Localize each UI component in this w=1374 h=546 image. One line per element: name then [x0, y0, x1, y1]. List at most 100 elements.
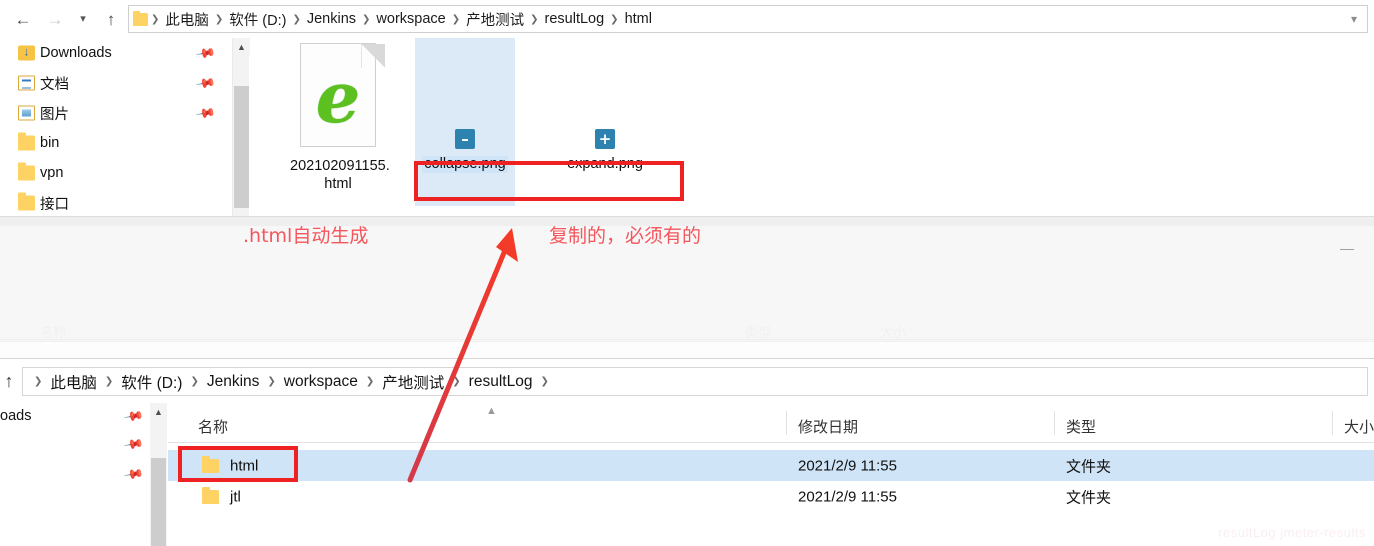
minimize-icon[interactable]: — [1334, 239, 1360, 257]
column-header-size[interactable]: 大小 [1344, 416, 1374, 437]
breadcrumb[interactable]: ❯ 此电脑 ❯ 软件 (D:) ❯ Jenkins ❯ workspace ❯ … [128, 5, 1368, 33]
breadcrumb-chevron-icon: ❯ [540, 376, 549, 387]
sidebar-item-bin[interactable]: bin [0, 128, 232, 158]
faded-text: 类型 [745, 325, 772, 340]
pin-icon[interactable]: 📌 [195, 42, 217, 64]
file-list-pane-bottom[interactable]: 名称 ▲ 修改日期 类型 大小 html 2021/2/9 11:55 文件夹 … [168, 403, 1374, 546]
sidebar-item-partial[interactable]: 📌 [0, 429, 150, 459]
sidebar-item-label: 文档 [40, 76, 69, 93]
back-icon[interactable]: ← [8, 5, 38, 33]
breadcrumb-chevron-icon: ❯ [365, 376, 375, 387]
breadcrumb-item-0[interactable]: 此电脑 [160, 9, 214, 30]
recent-locations-chevron-down-icon[interactable]: ▾ [72, 5, 94, 33]
sidebar-item-interface[interactable]: 接口 [0, 188, 232, 216]
breadcrumb[interactable]: ❯ 此电脑 ❯ 软件 (D:) ❯ Jenkins ❯ workspace ❯ … [22, 367, 1368, 396]
breadcrumb-item-3[interactable]: workspace [277, 373, 365, 391]
sidebar-item-pictures[interactable]: 图片 📌 [0, 98, 232, 128]
file-tile-expand-png[interactable]: + expand.png [555, 43, 655, 173]
up-icon[interactable]: ↑ [0, 366, 22, 396]
pin-icon[interactable]: 📌 [123, 433, 145, 455]
sidebar-item-label: vpn [40, 165, 64, 181]
breadcrumb-chevron-icon: ❯ [214, 13, 224, 25]
column-header-row: 名称 ▲ 修改日期 类型 大小 [168, 403, 1374, 443]
breadcrumb-chevron-icon: ❯ [451, 13, 461, 25]
navigation-pane-top: Downloads 📌 文档 📌 图片 📌 bin vpn 接口 [0, 38, 232, 216]
pin-icon[interactable]: 📌 [123, 405, 145, 427]
breadcrumb-chevron-icon: ❯ [452, 376, 461, 387]
scroll-up-icon[interactable]: ▲ [233, 38, 250, 55]
sort-ascending-icon: ▲ [486, 405, 497, 417]
folder-icon [18, 132, 35, 151]
sidebar-item-vpn[interactable]: vpn [0, 158, 232, 188]
sidebar-item-documents[interactable]: 文档 📌 [0, 68, 232, 98]
documents-folder-icon [18, 75, 35, 91]
address-dropdown-chevron-down-icon[interactable]: ▾ [1341, 6, 1367, 32]
breadcrumb-chevron-icon: ❯ [610, 13, 619, 25]
table-row[interactable]: jtl 2021/2/9 11:55 文件夹 [168, 481, 1374, 512]
breadcrumb-item-2[interactable]: Jenkins [302, 11, 361, 27]
column-divider[interactable] [786, 411, 787, 435]
breadcrumb-chevron-icon: ❯ [151, 13, 160, 25]
internet-explorer-html-file-icon: e [290, 43, 386, 153]
sidebar-item-downloads[interactable]: Downloads 📌 [0, 38, 232, 68]
sidebar-item-label: bin [40, 135, 60, 151]
faded-row [0, 341, 1374, 358]
breadcrumb-chevron-icon: ❯ [104, 376, 114, 387]
breadcrumb-item-2[interactable]: Jenkins [200, 373, 267, 391]
breadcrumb-item-5[interactable]: resultLog [462, 373, 540, 391]
breadcrumb-item-6[interactable]: html [620, 11, 657, 27]
sidebar-item-partial[interactable]: 📌 [0, 459, 150, 489]
explorer-window-top: ← → ▾ ↑ ❯ 此电脑 ❯ 软件 (D:) ❯ Jenkins ❯ work… [0, 0, 1374, 216]
sidebar-item-label: Downloads [40, 45, 112, 61]
scrollbar-thumb[interactable] [151, 458, 166, 546]
annotation-note-right: 复制的，必须有的 [549, 225, 702, 247]
breadcrumb-chevron-icon: ❯ [190, 376, 199, 387]
cell-type: 文件夹 [1066, 489, 1112, 506]
navigation-pane-scrollbar[interactable]: ▲ [232, 38, 250, 216]
column-header-type[interactable]: 类型 [1066, 416, 1096, 437]
pin-icon[interactable]: 📌 [195, 72, 217, 94]
folder-icon [202, 486, 219, 504]
up-icon[interactable]: ↑ [96, 5, 126, 33]
breadcrumb-chevron-icon: ❯ [292, 13, 301, 25]
breadcrumb-item-0[interactable]: 此电脑 [43, 371, 104, 393]
sidebar-item-label: 接口 [40, 196, 69, 213]
file-name-line2: html [324, 176, 352, 192]
breadcrumb-chevron-icon: ❯ [362, 13, 371, 25]
file-tile-collapse-png[interactable]: – collapse.png [415, 43, 515, 173]
column-divider[interactable] [1332, 411, 1333, 435]
breadcrumb-chevron-icon: ❯ [34, 376, 43, 387]
faded-column-header-row: 名称 类型 大小 [0, 320, 1374, 340]
folder-icon [133, 10, 148, 26]
table-row[interactable]: html 2021/2/9 11:55 文件夹 [168, 450, 1374, 481]
pin-icon[interactable]: 📌 [123, 463, 145, 485]
breadcrumb-item-5[interactable]: resultLog [540, 11, 610, 27]
scroll-up-icon[interactable]: ▲ [150, 403, 167, 420]
breadcrumb-item-4[interactable]: 产地测试 [461, 9, 529, 30]
column-header-modified[interactable]: 修改日期 [798, 416, 858, 437]
breadcrumb-item-1[interactable]: 软件 (D:) [114, 371, 189, 393]
column-header-name[interactable]: 名称 [198, 416, 228, 437]
column-divider[interactable] [1054, 411, 1055, 435]
sidebar-item-label: 图片 [40, 106, 69, 123]
scrollbar-thumb[interactable] [234, 86, 249, 208]
navigation-buttons: ← → ▾ ↑ [0, 5, 126, 33]
annotation-note-left: .html自动生成 [243, 225, 369, 247]
annotation-highlight-box-html-folder [178, 446, 298, 482]
pin-icon[interactable]: 📌 [195, 102, 217, 124]
forward-icon[interactable]: → [40, 5, 70, 33]
folder-icon [18, 162, 35, 181]
sidebar-item-downloads-partial[interactable]: oads 📌 [0, 403, 150, 429]
file-tile-html[interactable]: e 202102091155. html [288, 43, 390, 193]
breadcrumb-item-3[interactable]: workspace [371, 11, 450, 27]
annotation-highlight-box-png-files [414, 161, 684, 201]
breadcrumb-item-1[interactable]: 软件 (D:) [224, 9, 291, 30]
watermark-text: resultLog jmeter-results [1218, 525, 1366, 540]
navigation-pane-scrollbar-bottom[interactable]: ▲ [150, 403, 167, 546]
downloads-folder-icon [18, 44, 35, 61]
breadcrumb-item-4[interactable]: 产地测试 [375, 371, 451, 393]
file-name-line1: 202102091155. [290, 158, 390, 174]
cell-modified: 2021/2/9 11:55 [798, 457, 897, 474]
expand-png-thumbnail: + [557, 43, 653, 153]
cell-modified: 2021/2/9 11:55 [798, 488, 897, 505]
